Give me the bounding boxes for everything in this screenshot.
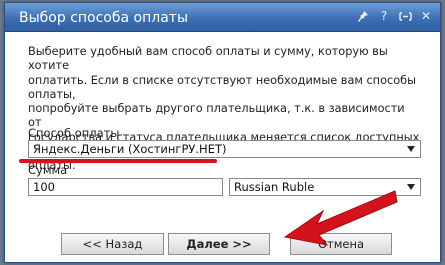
pin-icon[interactable] (355, 8, 371, 25)
title-bar: Выбор способа оплаты ? ✕ (5, 3, 440, 32)
dialog-content: Выберите удобный вам способ оплаты и сум… (5, 33, 440, 262)
payment-method-dialog: Выбор способа оплаты ? ✕ Выберите удобны… (4, 2, 441, 263)
amount-label: Сумма (28, 163, 68, 177)
close-icon[interactable]: ✕ (418, 8, 434, 25)
red-arrow-icon (283, 190, 398, 246)
payment-method-label: Способ оплаты (28, 126, 120, 140)
chevron-down-icon (407, 184, 415, 190)
title-bar-buttons: ? ✕ (355, 8, 434, 26)
amount-input[interactable]: 100 (28, 178, 223, 196)
payment-method-value: Яндекс.Деньги (ХостингРУ.НЕТ) (33, 142, 227, 156)
next-button[interactable]: Далее >> (168, 233, 270, 255)
chevron-down-icon (407, 146, 415, 152)
back-button[interactable]: << Назад (61, 233, 164, 255)
restore-icon[interactable] (397, 8, 413, 25)
help-icon[interactable]: ? (376, 8, 392, 25)
payment-method-select[interactable]: Яндекс.Деньги (ХостингРУ.НЕТ) (28, 140, 421, 158)
dialog-title: Выбор способа оплаты (19, 10, 188, 26)
